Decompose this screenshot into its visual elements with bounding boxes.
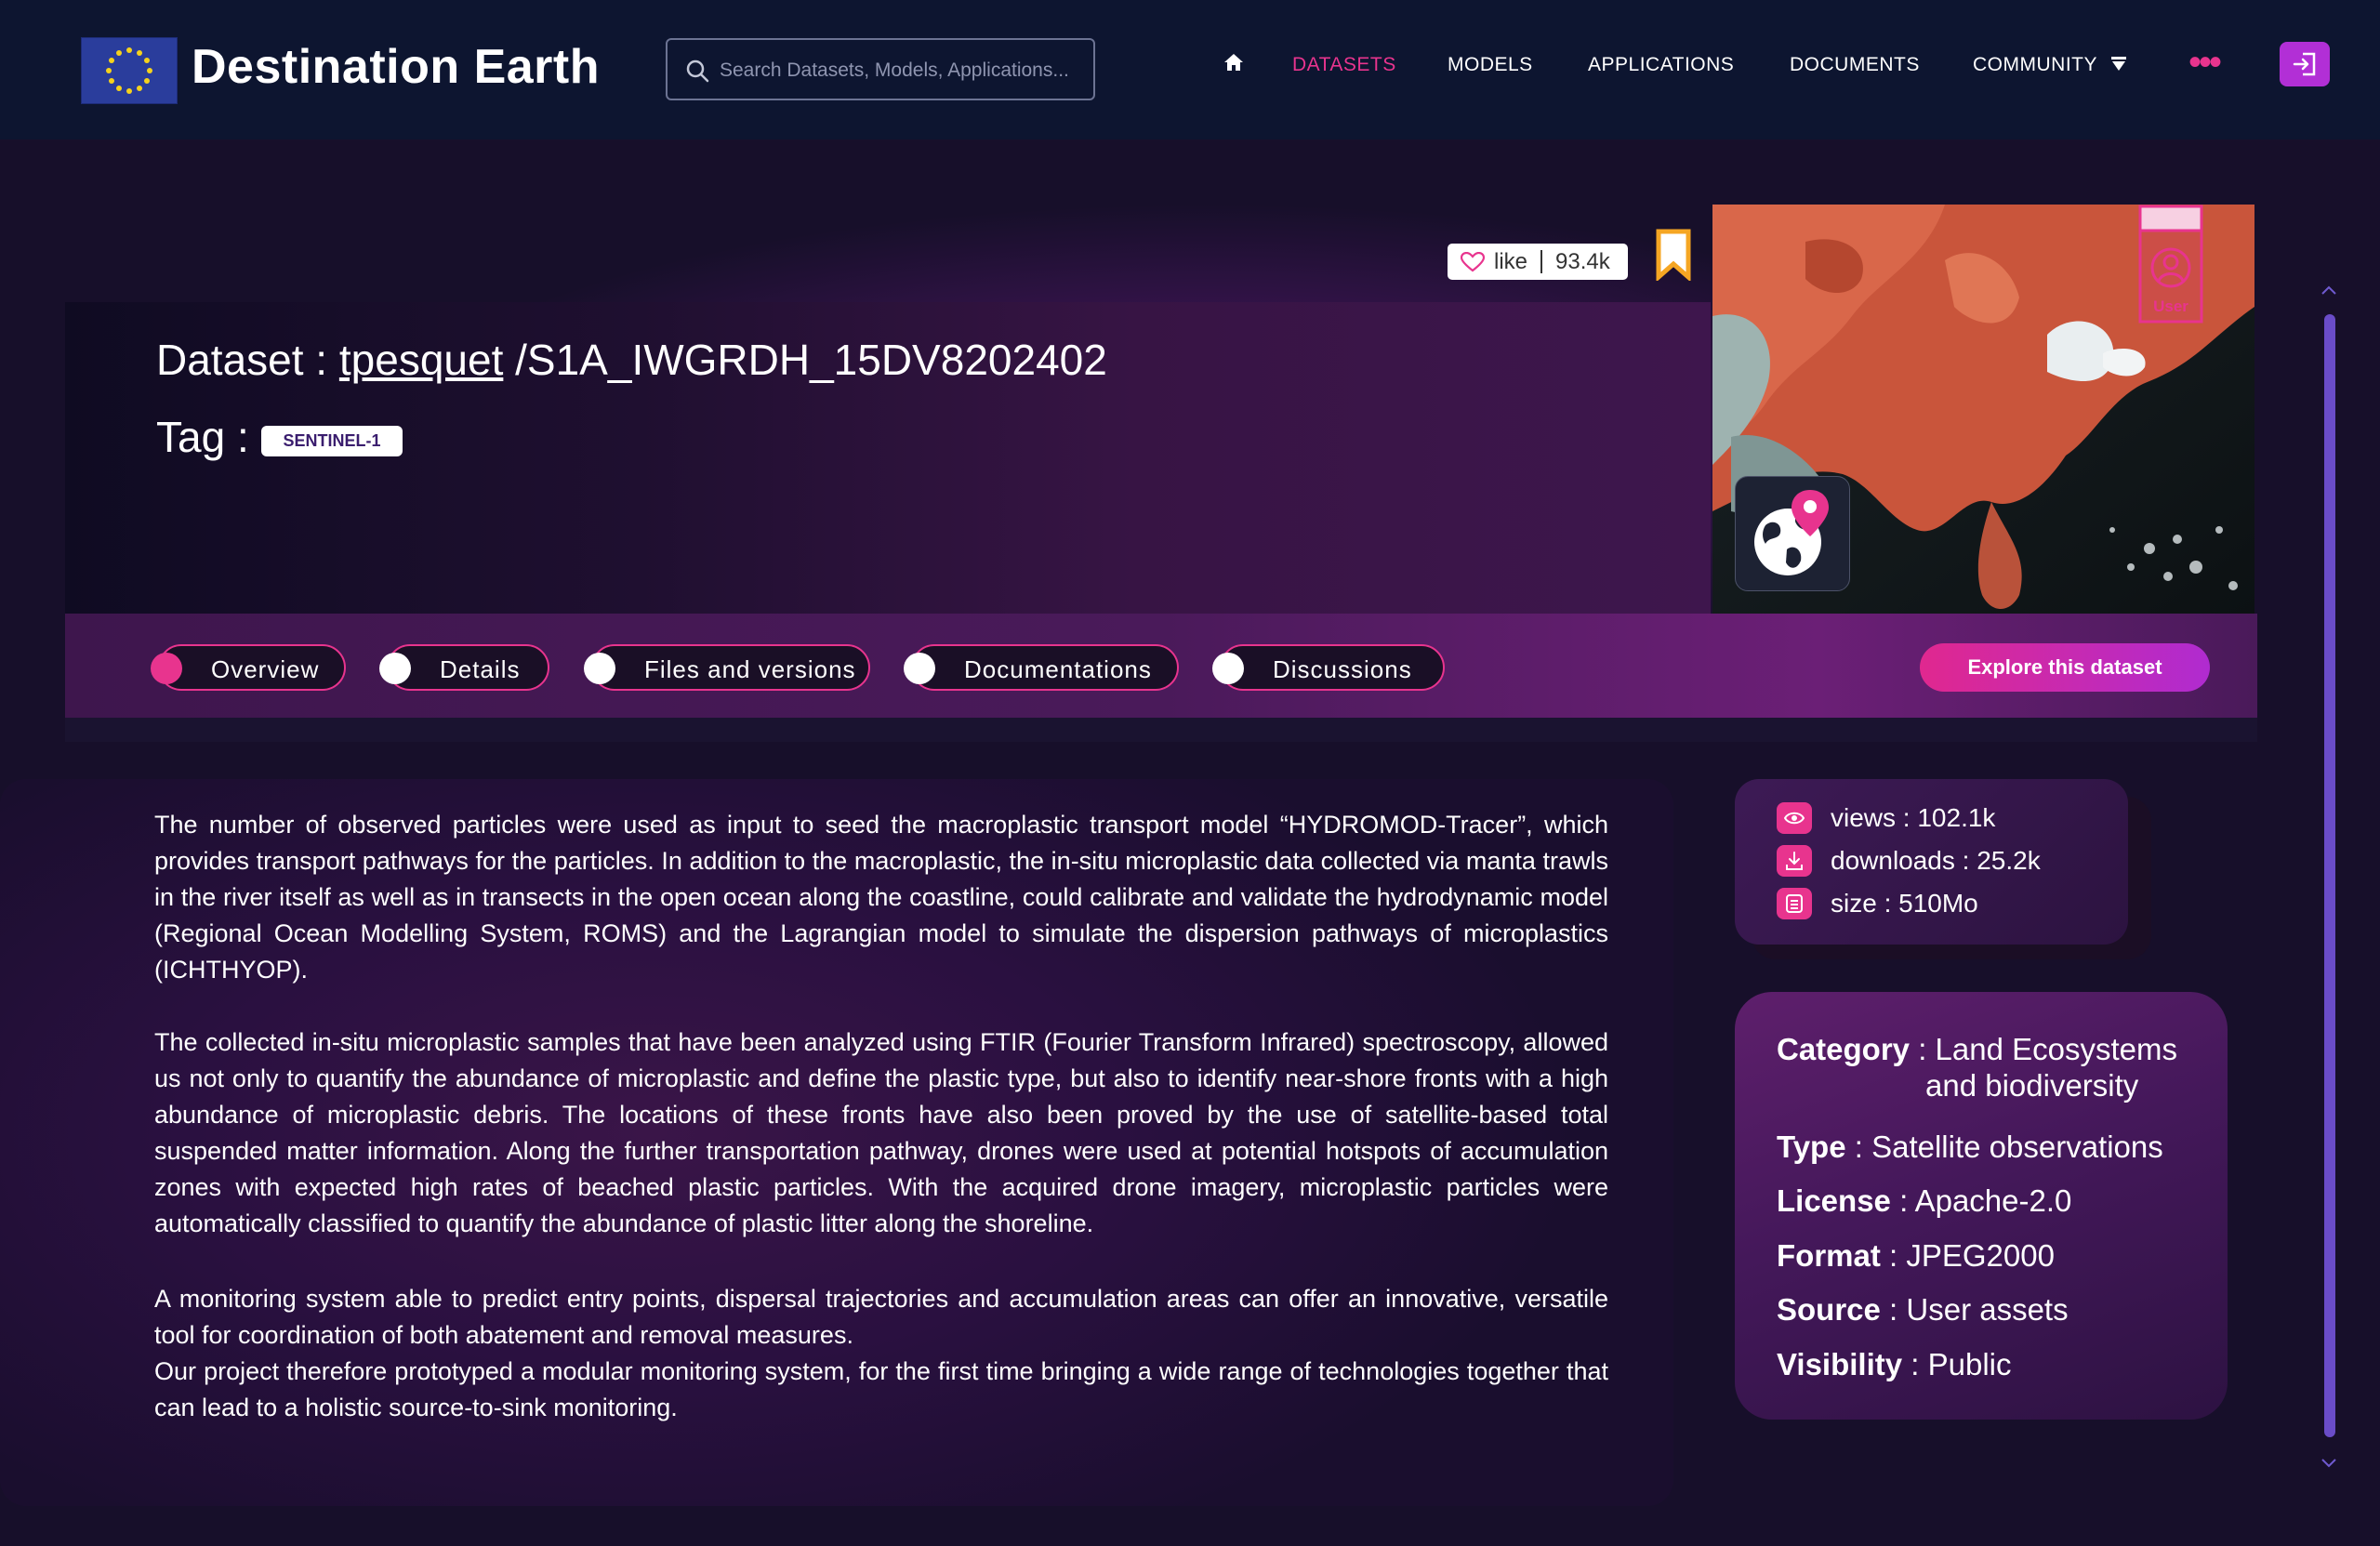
search-input[interactable] (718, 51, 1084, 90)
description-paragraph: A monitoring system able to predict entr… (154, 1285, 1608, 1349)
license-label: License (1777, 1183, 1891, 1218)
tab-radio-dot (379, 653, 411, 684)
tab-overview[interactable]: Overview (151, 644, 346, 691)
app-title[interactable]: Destination Earth (192, 39, 600, 95)
tab-radio-dot (151, 653, 182, 684)
like-button[interactable]: like 93.4k (1448, 244, 1628, 280)
dataset-owner-link[interactable]: tpesquet (339, 336, 503, 384)
dataset-prefix: Dataset : (156, 336, 339, 384)
format-value: : JPEG2000 (1880, 1238, 2055, 1273)
nav-community[interactable]: COMMUNITY (1973, 54, 2097, 76)
downloads-count: downloads : 25.2k (1831, 846, 2041, 875)
user-badge-label: User (2153, 297, 2188, 315)
type-row: Type : Satellite observations (1777, 1130, 2163, 1165)
tab-label: Files and versions (644, 655, 856, 683)
dataset-title: Dataset : tpesquet /S1A_IWGRDH_15DV82024… (156, 335, 1107, 385)
visibility-row: Visibility : Public (1777, 1347, 2012, 1382)
tab-radio-dot (1212, 653, 1244, 684)
scroll-up-icon[interactable] (2320, 277, 2337, 301)
category-row: Category : Land Ecosystems (1777, 1032, 2177, 1067)
visibility-label: Visibility (1777, 1347, 1903, 1381)
type-label: Type (1777, 1130, 1846, 1164)
tabs-divider (65, 718, 2257, 742)
more-menu-icon[interactable]: ••• (2188, 44, 2222, 81)
search-box[interactable] (666, 38, 1095, 100)
tab-label: Documentations (964, 655, 1152, 683)
source-value: : User assets (1880, 1292, 2069, 1327)
login-icon (2293, 52, 2316, 76)
source-label: Source (1777, 1292, 1881, 1327)
search-icon (686, 59, 709, 83)
description-paragraph: The collected in-situ microplastic sampl… (154, 1028, 1608, 1237)
tab-radio-dot (584, 653, 615, 684)
like-label: like (1494, 249, 1528, 274)
license-value: : Apache-2.0 (1890, 1183, 2072, 1218)
views-count: views : 102.1k (1831, 803, 1996, 832)
tag-badge[interactable]: SENTINEL-1 (261, 426, 403, 456)
category-value-line2: and biodiversity (1925, 1068, 2139, 1103)
tab-label: Discussions (1273, 655, 1412, 683)
tab-documentations[interactable]: Documentations (904, 644, 1179, 691)
tab-label: Overview (211, 655, 320, 683)
scrollbar-thumb[interactable] (2324, 314, 2335, 1437)
nav-models[interactable]: MODELS (1448, 54, 1533, 76)
scroll-down-icon[interactable] (2320, 1450, 2337, 1474)
tab-files-and-versions[interactable]: Files and versions (584, 644, 870, 691)
login-button[interactable] (2280, 42, 2330, 86)
size-value: size : 510Mo (1831, 889, 1978, 918)
tag-label: Tag : (156, 413, 249, 461)
heart-icon (1461, 252, 1485, 272)
home-icon[interactable] (1223, 53, 1244, 77)
dataset-name: /S1A_IWGRDH_15DV8202402 (503, 336, 1107, 384)
category-value: : Land Ecosystems (1910, 1032, 2178, 1066)
explore-dataset-button[interactable]: Explore this dataset (1920, 643, 2210, 692)
bookmark-icon[interactable] (1655, 229, 1692, 285)
description-paragraph: The number of observed particles were us… (154, 811, 1608, 984)
format-label: Format (1777, 1238, 1881, 1273)
like-count: 93.4k (1555, 249, 1610, 274)
tab-details[interactable]: Details (379, 644, 549, 691)
tab-radio-dot (904, 653, 935, 684)
category-label: Category (1777, 1032, 1911, 1066)
globe-location-icon[interactable] (1735, 476, 1850, 591)
nav-datasets[interactable]: DATASETS (1292, 54, 1396, 76)
tab-discussions[interactable]: Discussions (1212, 644, 1445, 691)
eye-icon (1777, 802, 1812, 834)
source-row: Source : User assets (1777, 1292, 2069, 1328)
nav-applications[interactable]: APPLICATIONS (1588, 54, 1734, 76)
nav-documents[interactable]: DOCUMENTS (1790, 54, 1920, 76)
download-icon (1777, 845, 1812, 877)
type-value: : Satellite observations (1845, 1130, 2163, 1164)
eu-flag-logo[interactable] (81, 37, 178, 104)
filter-dropdown-icon[interactable] (2110, 56, 2127, 77)
size-icon (1777, 888, 1812, 919)
tab-label: Details (440, 655, 521, 683)
format-row: Format : JPEG2000 (1777, 1238, 2055, 1274)
like-separator (1540, 250, 1542, 273)
description-paragraph: Our project therefore prototyped a modul… (154, 1357, 1608, 1421)
visibility-value: : Public (1902, 1347, 2012, 1381)
license-row: License : Apache-2.0 (1777, 1183, 2071, 1219)
